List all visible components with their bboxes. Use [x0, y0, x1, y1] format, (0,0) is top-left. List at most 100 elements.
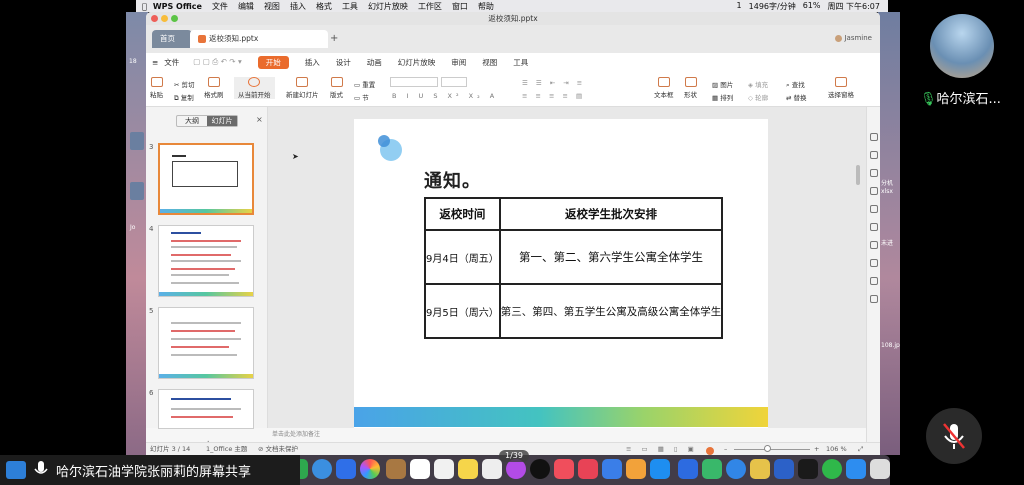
layout-button[interactable]: 版式 — [330, 77, 343, 99]
notification-count[interactable]: 1 — [737, 1, 742, 12]
quick-access-icons[interactable]: ▢ ▢ ⎙ ↶ ↷ ▾ — [193, 57, 241, 67]
design-icon[interactable] — [870, 151, 878, 159]
ribbon-tab-animation[interactable]: 动画 — [367, 57, 382, 68]
calendar-icon[interactable] — [410, 459, 430, 479]
animation-icon[interactable] — [870, 169, 878, 177]
menu-view[interactable]: 视图 — [264, 1, 280, 12]
ribbon-tab-view[interactable]: 视图 — [482, 57, 497, 68]
canvas-scrollbar[interactable] — [856, 165, 860, 185]
ribbon-tab-design[interactable]: 设计 — [336, 57, 351, 68]
tab-slides[interactable]: 幻灯片 — [207, 116, 237, 126]
battery-level[interactable]: 61% — [803, 1, 821, 12]
comment-icon[interactable] — [870, 205, 878, 213]
menu-slideshow[interactable]: 幻灯片放映 — [368, 1, 408, 12]
menu-insert[interactable]: 插入 — [290, 1, 306, 12]
app-icon[interactable] — [578, 459, 598, 479]
tab-document[interactable]: 返校须知.pptx — [190, 30, 328, 48]
apple-icon[interactable]:  — [142, 2, 147, 11]
slide-thumbnail-5[interactable] — [158, 307, 254, 379]
player-icon[interactable] — [702, 459, 722, 479]
font-size-select[interactable] — [441, 77, 467, 87]
play-slideshow-icon[interactable] — [706, 447, 714, 455]
ribbon-tab-file[interactable]: 文件 — [164, 57, 179, 68]
hamburger-menu-icon[interactable]: ≡ — [152, 58, 158, 67]
replace-button[interactable]: ⇄ 替换 — [786, 92, 807, 102]
selection-pane-button[interactable]: 选择窗格 — [828, 77, 854, 99]
share-icon[interactable] — [870, 223, 878, 231]
fill-button[interactable]: ◈ 填充 — [748, 79, 768, 89]
participant-video[interactable] — [930, 14, 994, 78]
format-painter-button[interactable]: 格式刷 — [204, 77, 224, 99]
transition-icon[interactable] — [870, 187, 878, 195]
activity-monitor-icon[interactable] — [798, 459, 818, 479]
pages-icon[interactable] — [626, 459, 646, 479]
arrange-button[interactable]: ▦ 排列 — [712, 92, 733, 102]
minimize-window-icon[interactable] — [161, 15, 168, 22]
new-tab-icon[interactable]: + — [330, 33, 338, 44]
reset-button[interactable]: ▭ 重置 — [354, 79, 375, 89]
cut-button[interactable]: ✂ 剪切 — [174, 79, 195, 89]
protect-status[interactable]: ⊘ 文档未保护 — [258, 443, 298, 455]
mute-microphone-button[interactable] — [926, 408, 982, 464]
maximize-window-icon[interactable] — [171, 15, 178, 22]
zoom-slider-handle[interactable] — [764, 445, 771, 452]
slide-thumbnail-3[interactable] — [158, 143, 254, 215]
meeting-app-icon[interactable] — [846, 459, 866, 479]
trash-icon[interactable] — [870, 459, 890, 479]
paragraph-buttons[interactable]: ☰ ☰ ⇤ ⇥ ≡ — [522, 79, 585, 87]
photos-icon[interactable] — [360, 459, 380, 479]
notes-icon[interactable] — [458, 459, 478, 479]
current-slide[interactable]: 通知。 返校时间 返校学生批次安排 9月4日（周五） 第一、第二、第六学生公寓全… — [354, 119, 768, 429]
music-icon[interactable] — [554, 459, 574, 479]
wechat-icon[interactable] — [822, 459, 842, 479]
zoom-slider[interactable] — [734, 449, 810, 450]
menu-file[interactable]: 文件 — [212, 1, 228, 12]
reminders-icon[interactable] — [434, 459, 454, 479]
clock[interactable]: 周四 下午6:07 — [827, 1, 880, 12]
copy-button[interactable]: ⧉ 复制 — [174, 92, 194, 103]
menu-help[interactable]: 帮助 — [478, 1, 494, 12]
picture-button[interactable]: ▨ 图片 — [712, 79, 733, 89]
view-mode-buttons[interactable]: ≡ ▭ ▦ ▯ ▣ — [626, 443, 698, 455]
messages-icon[interactable] — [312, 459, 332, 479]
menu-workspace[interactable]: 工作区 — [418, 1, 442, 12]
desktop-file-icon[interactable] — [130, 132, 144, 150]
play-from-current-button[interactable]: 从当前开始 — [234, 77, 275, 99]
menu-window[interactable]: 窗口 — [452, 1, 468, 12]
align-buttons[interactable]: ≡ ≡ ≡ ≡ ▤ — [522, 92, 585, 100]
close-window-icon[interactable] — [151, 15, 158, 22]
wps-icon[interactable] — [678, 459, 698, 479]
menu-format[interactable]: 格式 — [316, 1, 332, 12]
menu-tools[interactable]: 工具 — [342, 1, 358, 12]
settings-icon[interactable] — [870, 259, 878, 267]
image-icon[interactable] — [870, 295, 878, 303]
notes-area[interactable]: 单击此处添加备注 — [268, 428, 866, 442]
user-account[interactable]: Jasmine — [835, 34, 872, 42]
participants-icon[interactable] — [6, 461, 26, 479]
font-name-select[interactable] — [390, 77, 438, 87]
font-style-buttons[interactable]: B I U S X² X₂ A — [392, 92, 498, 100]
freeform-icon[interactable] — [482, 459, 502, 479]
ribbon-tab-slideshow[interactable]: 幻灯片放映 — [398, 57, 436, 68]
ribbon-tab-home[interactable]: 开始 — [257, 55, 289, 69]
outline-button[interactable]: ◇ 轮廓 — [748, 92, 768, 102]
ribbon-tab-review[interactable]: 审阅 — [451, 57, 466, 68]
zoom-level[interactable]: 106 % — [826, 443, 847, 455]
keynote-icon[interactable] — [602, 459, 622, 479]
new-slide-button[interactable]: 新建幻灯片 — [286, 77, 319, 99]
slide-thumbnail-4[interactable] — [158, 225, 254, 297]
history-icon[interactable] — [870, 277, 878, 285]
section-button[interactable]: ▭ 节 — [354, 92, 369, 102]
close-panel-icon[interactable]: × — [256, 115, 263, 124]
menu-app-name[interactable]: WPS Office — [153, 2, 202, 11]
textbox-button[interactable]: 文本框 — [654, 77, 674, 99]
menu-edit[interactable]: 编辑 — [238, 1, 254, 12]
desktop-file-icon[interactable] — [130, 182, 144, 200]
ribbon-tab-tools[interactable]: 工具 — [513, 57, 528, 68]
ribbon-tab-insert[interactable]: 插入 — [305, 57, 320, 68]
word-icon[interactable] — [774, 459, 794, 479]
tab-outline[interactable]: 大纲 — [177, 116, 207, 126]
cloud-icon[interactable] — [870, 241, 878, 249]
podcasts-icon[interactable] — [506, 459, 526, 479]
browser-icon[interactable] — [726, 459, 746, 479]
